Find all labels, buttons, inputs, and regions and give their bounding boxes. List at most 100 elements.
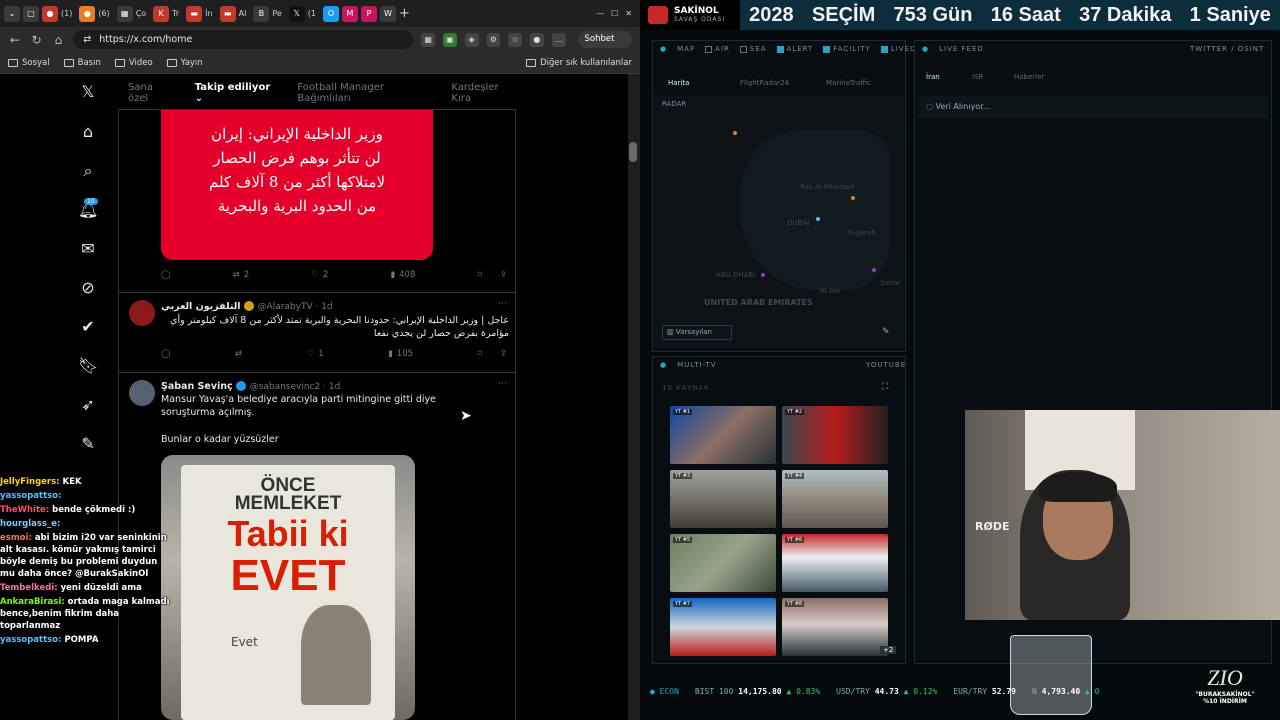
bookmark-button[interactable]: ⌑ ⇪ — [477, 270, 507, 280]
bookmark-button[interactable]: ⌑ ⇪ — [477, 349, 507, 359]
profile-avatar-icon[interactable]: ● — [530, 32, 544, 47]
map-marker[interactable] — [816, 217, 820, 221]
author-handle[interactable]: @AlarabyTV · 1d — [258, 302, 333, 312]
reply-button[interactable]: ◯ — [161, 349, 171, 359]
bookmark-folder[interactable]: Basın — [63, 58, 101, 68]
grok-icon[interactable]: ⊘ — [78, 278, 98, 298]
tweet-image[interactable]: وزير الداخلية الإيراني: إيران لن تتأثر ب… — [161, 110, 433, 260]
avatar[interactable] — [129, 380, 155, 406]
bookmark-folder[interactable]: Yayın — [166, 58, 203, 68]
tab-following[interactable]: Takip ediliyor ⌄ — [195, 82, 276, 104]
map-tab-marinetraffic[interactable]: MarineTraffic — [826, 79, 871, 87]
chat-username[interactable]: yassopattso: — [0, 491, 61, 501]
chat-username[interactable]: yassopattso: — [0, 635, 61, 645]
views-button[interactable]: ▮ 105 — [388, 349, 413, 359]
filter-sea[interactable]: SEA — [739, 45, 767, 53]
edit-icon[interactable]: ✎ — [882, 327, 890, 337]
x-logo-icon[interactable]: 𝕏 — [78, 82, 98, 102]
tab-favicon-icon[interactable]: ▬ — [219, 5, 236, 22]
map-marker[interactable] — [872, 268, 876, 272]
tab-label[interactable]: (6) — [98, 9, 109, 18]
extension-icon[interactable]: ▣ — [443, 32, 457, 47]
url-text[interactable]: https://x.com/home — [99, 30, 192, 49]
like-button[interactable]: ♡ 1 — [307, 349, 324, 359]
more-options-icon[interactable]: ⋯ — [498, 299, 507, 309]
avatar[interactable] — [129, 300, 155, 326]
feed-tab-news[interactable]: Haberler — [1014, 73, 1044, 81]
map-marker[interactable] — [851, 196, 855, 200]
tab-community[interactable]: Football Manager Bağımlıları — [297, 82, 429, 104]
tv-thumbnail[interactable]: YT #7 — [670, 598, 776, 656]
tab-favicon-icon[interactable]: ● — [42, 5, 58, 22]
tab-favicon-icon[interactable]: O — [323, 5, 339, 22]
map-marker[interactable] — [733, 131, 737, 135]
settings-gear-icon[interactable]: ⚙ — [486, 32, 501, 47]
workspaces-icon[interactable]: ▢ — [23, 5, 39, 22]
url-field[interactable]: ⇄ https://x.com/home — [73, 30, 414, 49]
author-handle[interactable]: @sabansevinc2 · 1d — [250, 382, 341, 392]
map-tab-harita[interactable]: Harita — [668, 79, 689, 87]
close-window-icon[interactable]: ✕ — [625, 9, 632, 18]
feed-tab-iran[interactable]: İran — [926, 73, 940, 81]
home-icon[interactable]: ⌂ — [52, 33, 66, 47]
tv-thumbnail[interactable]: YT #6 — [782, 534, 888, 592]
tab-favicon-icon[interactable]: ▦ — [116, 5, 133, 22]
tab-label[interactable]: Tr — [172, 9, 179, 18]
extension-icon[interactable]: ◈ — [464, 32, 479, 47]
tv-thumbnail[interactable]: YT #3 — [670, 470, 776, 528]
tab-actions-icon[interactable]: ⌄ — [4, 5, 20, 22]
scrollbar-thumb[interactable] — [629, 142, 637, 162]
maximize-icon[interactable]: ☐ — [611, 9, 618, 18]
filter-alert[interactable]: ALERT — [776, 45, 814, 53]
back-icon[interactable]: ← — [8, 33, 22, 47]
share-icon[interactable]: ⇪ — [500, 270, 507, 280]
chat-username[interactable]: JellyFingers: — [0, 477, 60, 487]
filter-air[interactable]: AIR — [705, 45, 730, 53]
more-channels-badge[interactable]: +2 — [880, 646, 897, 654]
chat-username[interactable]: AnkaraBirasi: — [0, 597, 65, 607]
retweet-button[interactable]: ⇄ 2 — [233, 270, 250, 280]
map-tab-flightradar[interactable]: FlightRadar24 — [740, 79, 789, 87]
tab-label[interactable]: Ço — [136, 9, 146, 18]
home-icon[interactable]: ⌂ — [78, 122, 98, 142]
reply-button[interactable]: ◯ — [161, 270, 171, 280]
tab-favicon-icon[interactable]: B — [253, 5, 270, 22]
tab-for-you[interactable]: Sana özel — [128, 82, 173, 104]
refresh-icon[interactable]: ↻ — [30, 33, 44, 47]
bookmark-folder[interactable]: Video — [114, 58, 153, 68]
chat-username[interactable]: hourglass_e: — [0, 519, 60, 529]
more-options-icon[interactable]: ⋯ — [498, 379, 507, 389]
scrollbar[interactable] — [628, 74, 640, 720]
favorites-icon[interactable]: ☆ — [508, 32, 522, 47]
tab-favicon-icon[interactable]: K — [153, 5, 170, 22]
tab-favicon-icon[interactable]: W — [380, 5, 396, 22]
tab-community[interactable]: Kardeşler Kıra — [451, 82, 516, 104]
tv-thumbnail[interactable]: YT #4 — [782, 470, 888, 528]
extension-icon[interactable]: ▦ — [421, 32, 435, 47]
author-name[interactable]: Şaban Sevinç — [161, 381, 233, 392]
retweet-button[interactable]: ⇄ — [235, 349, 242, 359]
fullscreen-icon[interactable]: ⛶ — [882, 382, 888, 392]
chat-username[interactable]: Tembelkedi: — [0, 583, 58, 593]
bookmarks-icon[interactable]: 🔖︎ — [78, 356, 98, 376]
tab-label[interactable]: (1 — [308, 9, 316, 18]
views-button[interactable]: ▮ 408 — [390, 270, 415, 280]
like-button[interactable]: ♡ 2 — [311, 270, 328, 280]
tab-label[interactable]: Pe — [272, 9, 281, 18]
rocket-icon[interactable]: ➶ — [78, 395, 98, 415]
search-icon[interactable]: ⌕ — [78, 161, 98, 181]
other-favorites-folder[interactable]: Diğer sık kullanılanlar — [526, 58, 632, 68]
x-tab-icon[interactable]: 𝕏 — [288, 5, 305, 22]
tab-favicon-icon[interactable]: P — [361, 5, 377, 22]
tab-favicon-icon[interactable]: ▬ — [186, 5, 203, 22]
tab-label[interactable]: (1) — [61, 9, 72, 18]
site-info-icon[interactable]: ⇄ — [83, 30, 91, 49]
tab-label[interactable]: Al — [239, 9, 247, 18]
tab-label[interactable]: İn — [205, 9, 212, 18]
tab-favicon-icon[interactable]: ● — [79, 5, 96, 22]
tweet-image[interactable]: ÖNCE MEMLEKET Tabii ki EVET Evet — [161, 455, 415, 720]
bookmark-folder[interactable]: Sosyal — [8, 58, 50, 68]
chat-username[interactable]: TheWhite: — [0, 505, 49, 515]
share-icon[interactable]: ⇪ — [500, 349, 507, 359]
verified-orgs-icon[interactable]: ✔ — [78, 317, 98, 337]
